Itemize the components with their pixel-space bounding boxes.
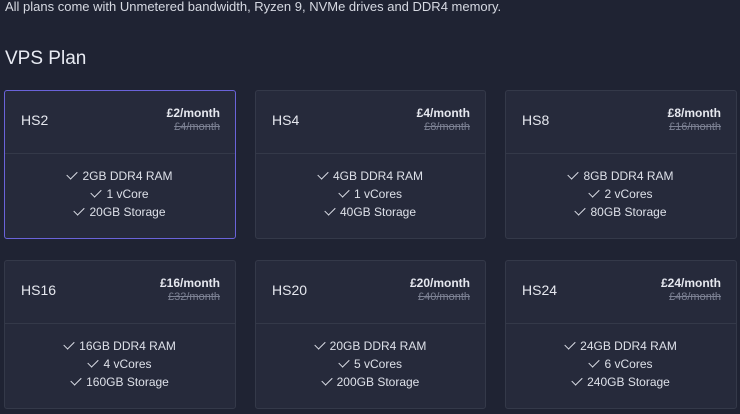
section-title: VPS Plan xyxy=(5,48,87,69)
price-box: £8/month £16/month xyxy=(668,106,721,134)
plan-name: HS24 xyxy=(522,282,558,298)
feature-item: 20GB Storage xyxy=(5,203,235,221)
check-icon xyxy=(588,356,601,368)
plan-card-hs8[interactable]: HS8 £8/month £16/month 8GB DDR4 RAM 2 vC… xyxy=(505,90,737,239)
feature-text: 16GB DDR4 RAM xyxy=(79,339,176,353)
plan-name: HS8 xyxy=(522,112,550,128)
feature-text: 160GB Storage xyxy=(86,375,169,389)
check-icon xyxy=(70,374,82,386)
plan-features: 4GB DDR4 RAM 1 vCores 40GB Storage xyxy=(256,154,485,221)
feature-item: 1 vCore xyxy=(5,185,235,203)
feature-text: 20GB Storage xyxy=(89,205,166,219)
feature-item: 16GB DDR4 RAM xyxy=(5,337,235,355)
check-icon xyxy=(90,186,103,198)
plans-grid: HS2 £2/month £4/month 2GB DDR4 RAM 1 vCo… xyxy=(4,90,738,409)
plan-old-price: £8/month xyxy=(424,121,470,133)
plan-features: 8GB DDR4 RAM 2 vCores 80GB Storage xyxy=(506,154,736,221)
price-box: £2/month £4/month xyxy=(167,106,220,134)
plan-price: £4/month xyxy=(416,106,470,120)
plan-card-header: HS4 £4/month £8/month xyxy=(256,91,485,154)
check-icon xyxy=(338,356,350,368)
feature-item: 4 vCores xyxy=(5,355,235,373)
plan-features: 16GB DDR4 RAM 4 vCores 160GB Storage xyxy=(5,324,235,391)
check-icon xyxy=(317,168,329,180)
check-icon xyxy=(574,204,587,216)
feature-text: 24GB DDR4 RAM xyxy=(580,339,677,353)
plan-old-price: £32/month xyxy=(168,291,220,303)
plan-card-header: HS2 £2/month £4/month xyxy=(5,91,235,154)
plan-card-header: HS24 £24/month £48/month xyxy=(506,261,736,324)
feature-text: 200GB Storage xyxy=(336,375,420,389)
feature-item: 200GB Storage xyxy=(256,373,485,391)
plan-name: HS20 xyxy=(272,282,308,298)
feature-text: 4 vCores xyxy=(103,357,152,371)
price-box: £4/month £8/month xyxy=(417,106,470,134)
feature-text: 8GB DDR4 RAM xyxy=(583,169,674,183)
feature-item: 240GB Storage xyxy=(506,373,736,391)
plan-card-hs20[interactable]: HS20 £20/month £40/month 20GB DDR4 RAM 5… xyxy=(255,260,486,409)
feature-text: 40GB Storage xyxy=(339,205,417,219)
feature-item: 6 vCores xyxy=(506,355,736,373)
feature-item: 80GB Storage xyxy=(506,203,736,221)
plan-card-header: HS20 £20/month £40/month xyxy=(256,261,485,324)
plan-old-price: £40/month xyxy=(418,291,470,303)
feature-text: 6 vCores xyxy=(604,357,653,371)
check-icon xyxy=(588,186,601,198)
feature-text: 80GB Storage xyxy=(590,205,667,219)
feature-text: 2GB DDR4 RAM xyxy=(82,169,173,183)
price-box: £16/month £32/month xyxy=(160,276,220,304)
check-icon xyxy=(567,168,580,180)
feature-text: 5 vCores xyxy=(353,357,403,371)
plan-features: 20GB DDR4 RAM 5 vCores 200GB Storage xyxy=(256,324,485,391)
plan-features: 2GB DDR4 RAM 1 vCore 20GB Storage xyxy=(5,154,235,221)
plan-card-hs24[interactable]: HS24 £24/month £48/month 24GB DDR4 RAM 6… xyxy=(505,260,737,409)
plan-price: £24/month xyxy=(660,276,721,290)
feature-item: 8GB DDR4 RAM xyxy=(506,167,736,185)
plan-card-hs16[interactable]: HS16 £16/month £32/month 16GB DDR4 RAM 4… xyxy=(4,260,236,409)
check-icon xyxy=(571,374,583,386)
plan-price: £2/month xyxy=(166,106,220,120)
feature-item: 2GB DDR4 RAM xyxy=(5,167,235,185)
check-icon xyxy=(87,356,100,368)
feature-text: 20GB DDR4 RAM xyxy=(329,339,427,353)
check-icon xyxy=(320,374,333,386)
plan-card-header: HS8 £8/month £16/month xyxy=(506,91,736,154)
plan-price: £20/month xyxy=(409,276,470,290)
check-icon xyxy=(66,168,79,180)
plan-old-price: £16/month xyxy=(669,121,721,133)
feature-item: 1 vCores xyxy=(256,185,485,203)
feature-item: 4GB DDR4 RAM xyxy=(256,167,485,185)
check-icon xyxy=(564,338,576,350)
feature-text: 1 vCores xyxy=(353,187,403,201)
check-icon xyxy=(338,186,350,198)
plan-price: £8/month xyxy=(667,106,721,120)
check-icon xyxy=(324,204,336,216)
feature-item: 40GB Storage xyxy=(256,203,485,221)
plan-card-hs4[interactable]: HS4 £4/month £8/month 4GB DDR4 RAM 1 vCo… xyxy=(255,90,486,239)
check-icon xyxy=(63,338,75,350)
plan-features: 24GB DDR4 RAM 6 vCores 240GB Storage xyxy=(506,324,736,391)
feature-text: 1 vCore xyxy=(106,187,149,201)
feature-text: 240GB Storage xyxy=(587,375,670,389)
plan-name: HS2 xyxy=(21,112,49,128)
plan-old-price: £4/month xyxy=(174,121,220,133)
plan-old-price: £48/month xyxy=(669,291,721,303)
feature-text: 4GB DDR4 RAM xyxy=(332,169,424,183)
price-box: £24/month £48/month xyxy=(661,276,721,304)
check-icon xyxy=(73,204,86,216)
plan-name: HS4 xyxy=(272,112,300,128)
feature-item: 5 vCores xyxy=(256,355,485,373)
plan-price: £16/month xyxy=(159,276,220,290)
feature-item: 2 vCores xyxy=(506,185,736,203)
plans-subtitle: All plans come with Unmetered bandwidth,… xyxy=(5,0,502,14)
feature-item: 160GB Storage xyxy=(5,373,235,391)
feature-item: 20GB DDR4 RAM xyxy=(256,337,485,355)
price-box: £20/month £40/month xyxy=(410,276,470,304)
feature-text: 2 vCores xyxy=(604,187,653,201)
check-icon xyxy=(313,338,326,350)
plan-card-hs2[interactable]: HS2 £2/month £4/month 2GB DDR4 RAM 1 vCo… xyxy=(4,90,236,239)
plan-card-header: HS16 £16/month £32/month xyxy=(5,261,235,324)
feature-item: 24GB DDR4 RAM xyxy=(506,337,736,355)
plan-name: HS16 xyxy=(21,282,57,298)
